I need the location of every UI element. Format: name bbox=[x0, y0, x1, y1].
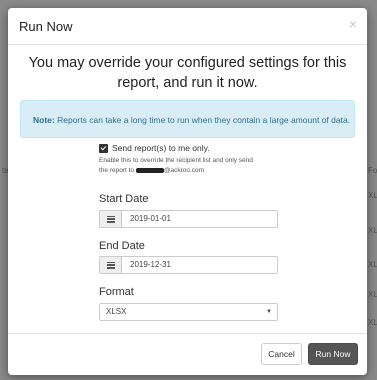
backdrop-text: Fo bbox=[368, 166, 377, 175]
start-date-label: Start Date bbox=[99, 193, 149, 205]
chevron-down-icon: ▼ bbox=[266, 309, 272, 315]
help-suffix: @ackroo.com bbox=[163, 167, 205, 174]
backdrop-text: XLS bbox=[368, 260, 377, 269]
backdrop-text: XLS bbox=[368, 226, 377, 235]
start-date-calendar-addon[interactable] bbox=[100, 211, 122, 227]
calendar-icon bbox=[106, 215, 115, 223]
format-select[interactable]: XLSX ▼ bbox=[99, 303, 278, 321]
format-label: Format bbox=[99, 286, 134, 298]
info-note: Note: Reports can take a long time to ru… bbox=[20, 100, 355, 138]
end-date-label: End Date bbox=[99, 240, 145, 252]
redacted-email-block bbox=[135, 167, 164, 173]
end-date-calendar-addon[interactable] bbox=[100, 257, 122, 273]
run-now-button[interactable]: Run Now bbox=[308, 343, 358, 365]
modal-footer-divider bbox=[8, 333, 367, 334]
end-date-field[interactable]: 2019-12-31 bbox=[99, 256, 278, 274]
modal-title: Run Now bbox=[19, 19, 73, 34]
run-now-modal: Run Now × You may override your configur… bbox=[8, 8, 367, 375]
help-line-2: the report to @ackroo.com bbox=[99, 166, 279, 176]
modal-header: Run Now × bbox=[8, 8, 367, 45]
cancel-button[interactable]: Cancel bbox=[261, 343, 302, 365]
backdrop-text: XLS bbox=[368, 290, 377, 299]
backdrop-text: XLS bbox=[368, 318, 377, 327]
send-to-me-help: Enable this to override the recipient li… bbox=[99, 156, 279, 176]
override-message: You may override your configured setting… bbox=[28, 55, 347, 91]
backdrop-text: XLSX bbox=[368, 191, 377, 200]
calendar-icon bbox=[106, 261, 115, 269]
start-date-field[interactable]: 2019-01-01 bbox=[99, 210, 278, 228]
send-to-me-label[interactable]: Send report(s) to me only. bbox=[112, 143, 210, 153]
help-line-1: Enable this to override the recipient li… bbox=[99, 157, 253, 164]
note-text: Reports can take a long time to run when… bbox=[57, 115, 351, 125]
send-to-me-checkbox[interactable] bbox=[99, 143, 108, 153]
start-date-input[interactable]: 2019-01-01 bbox=[122, 211, 277, 227]
note-label: Note: bbox=[33, 115, 55, 125]
send-to-me-row[interactable]: Send report(s) to me only. bbox=[99, 143, 279, 153]
format-selected-value: XLSX bbox=[106, 307, 127, 316]
end-date-input[interactable]: 2019-12-31 bbox=[122, 257, 277, 273]
close-icon[interactable]: × bbox=[349, 17, 357, 31]
help-prefix: the report to bbox=[99, 167, 136, 174]
run-now-form: Send report(s) to me only. Enable this t… bbox=[99, 143, 279, 321]
